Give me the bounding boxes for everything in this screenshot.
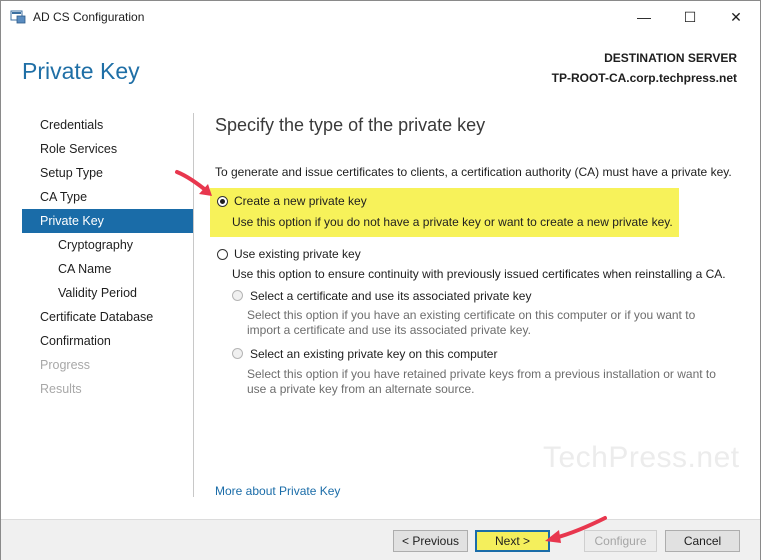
sidebar-item-role-services[interactable]: Role Services (22, 137, 193, 161)
wizard-sidebar: Credentials Role Services Setup Type CA … (22, 113, 193, 401)
select-certificate-label[interactable]: Select a certificate and use its associa… (250, 289, 531, 303)
footer-bar: < Previous Next > Configure Cancel (1, 519, 760, 560)
select-certificate-description-line1: Select this option if you have an existi… (247, 308, 696, 322)
create-new-key-radio[interactable] (217, 196, 228, 207)
minimize-button[interactable]: — (621, 1, 667, 33)
arrow-annotation-icon (545, 516, 607, 543)
title-bar: AD CS Configuration — ☐ ✕ (1, 1, 760, 33)
create-new-key-label[interactable]: Create a new private key (234, 194, 367, 208)
window: AD CS Configuration — ☐ ✕ Private Key DE… (0, 0, 761, 560)
select-existing-key-description-line1: Select this option if you have retained … (247, 367, 716, 381)
section-heading: Specify the type of the private key (215, 115, 486, 135)
sidebar-item-results: Results (40, 382, 82, 396)
maximize-button[interactable]: ☐ (667, 1, 713, 33)
watermark: TechPress.net (543, 441, 740, 474)
sidebar-item-validity-period[interactable]: Validity Period (22, 281, 193, 305)
select-existing-key-label[interactable]: Select an existing private key on this c… (250, 347, 497, 361)
previous-button[interactable]: < Previous (393, 530, 468, 552)
sidebar-item-setup-type[interactable]: Setup Type (22, 161, 193, 185)
close-button[interactable]: ✕ (713, 1, 759, 33)
window-title: AD CS Configuration (33, 10, 145, 24)
sidebar-item-private-key[interactable]: Private Key (22, 209, 193, 233)
minimize-icon: — (637, 9, 651, 25)
create-new-key-description: Use this option if you do not have a pri… (232, 215, 673, 229)
maximize-icon: ☐ (683, 8, 697, 25)
select-existing-key-radio[interactable] (232, 348, 243, 359)
select-certificate-radio[interactable] (232, 290, 243, 301)
arrow-annotation-icon (175, 170, 212, 196)
sidebar-item-ca-name[interactable]: CA Name (22, 257, 193, 281)
use-existing-key-radio[interactable] (217, 249, 228, 260)
sidebar-item-progress: Progress (40, 358, 91, 372)
use-existing-key-label[interactable]: Use existing private key (234, 247, 361, 261)
sidebar-item-confirmation[interactable]: Confirmation (22, 329, 193, 353)
sidebar-item-certificate-database[interactable]: Certificate Database (22, 305, 193, 329)
use-existing-key-description: Use this option to ensure continuity wit… (232, 267, 726, 281)
sidebar-item-ca-type[interactable]: CA Type (22, 185, 193, 209)
select-existing-key-description-line2: use a private key from an alternate sour… (247, 382, 475, 396)
sidebar-item-credentials[interactable]: Credentials (22, 113, 193, 137)
app-icon (10, 10, 26, 24)
more-about-private-key-link[interactable]: More about Private Key (215, 484, 340, 498)
destination-server-name: TP-ROOT-CA.corp.techpress.net (551, 71, 737, 85)
intro-text: To generate and issue certificates to cl… (215, 165, 732, 179)
destination-server-label: DESTINATION SERVER (604, 51, 737, 65)
page-title: Private Key (22, 58, 140, 84)
sidebar-item-cryptography[interactable]: Cryptography (22, 233, 193, 257)
cancel-button[interactable]: Cancel (665, 530, 740, 552)
select-certificate-description-line2: import a certificate and use its associa… (247, 323, 531, 337)
close-icon: ✕ (730, 8, 742, 25)
